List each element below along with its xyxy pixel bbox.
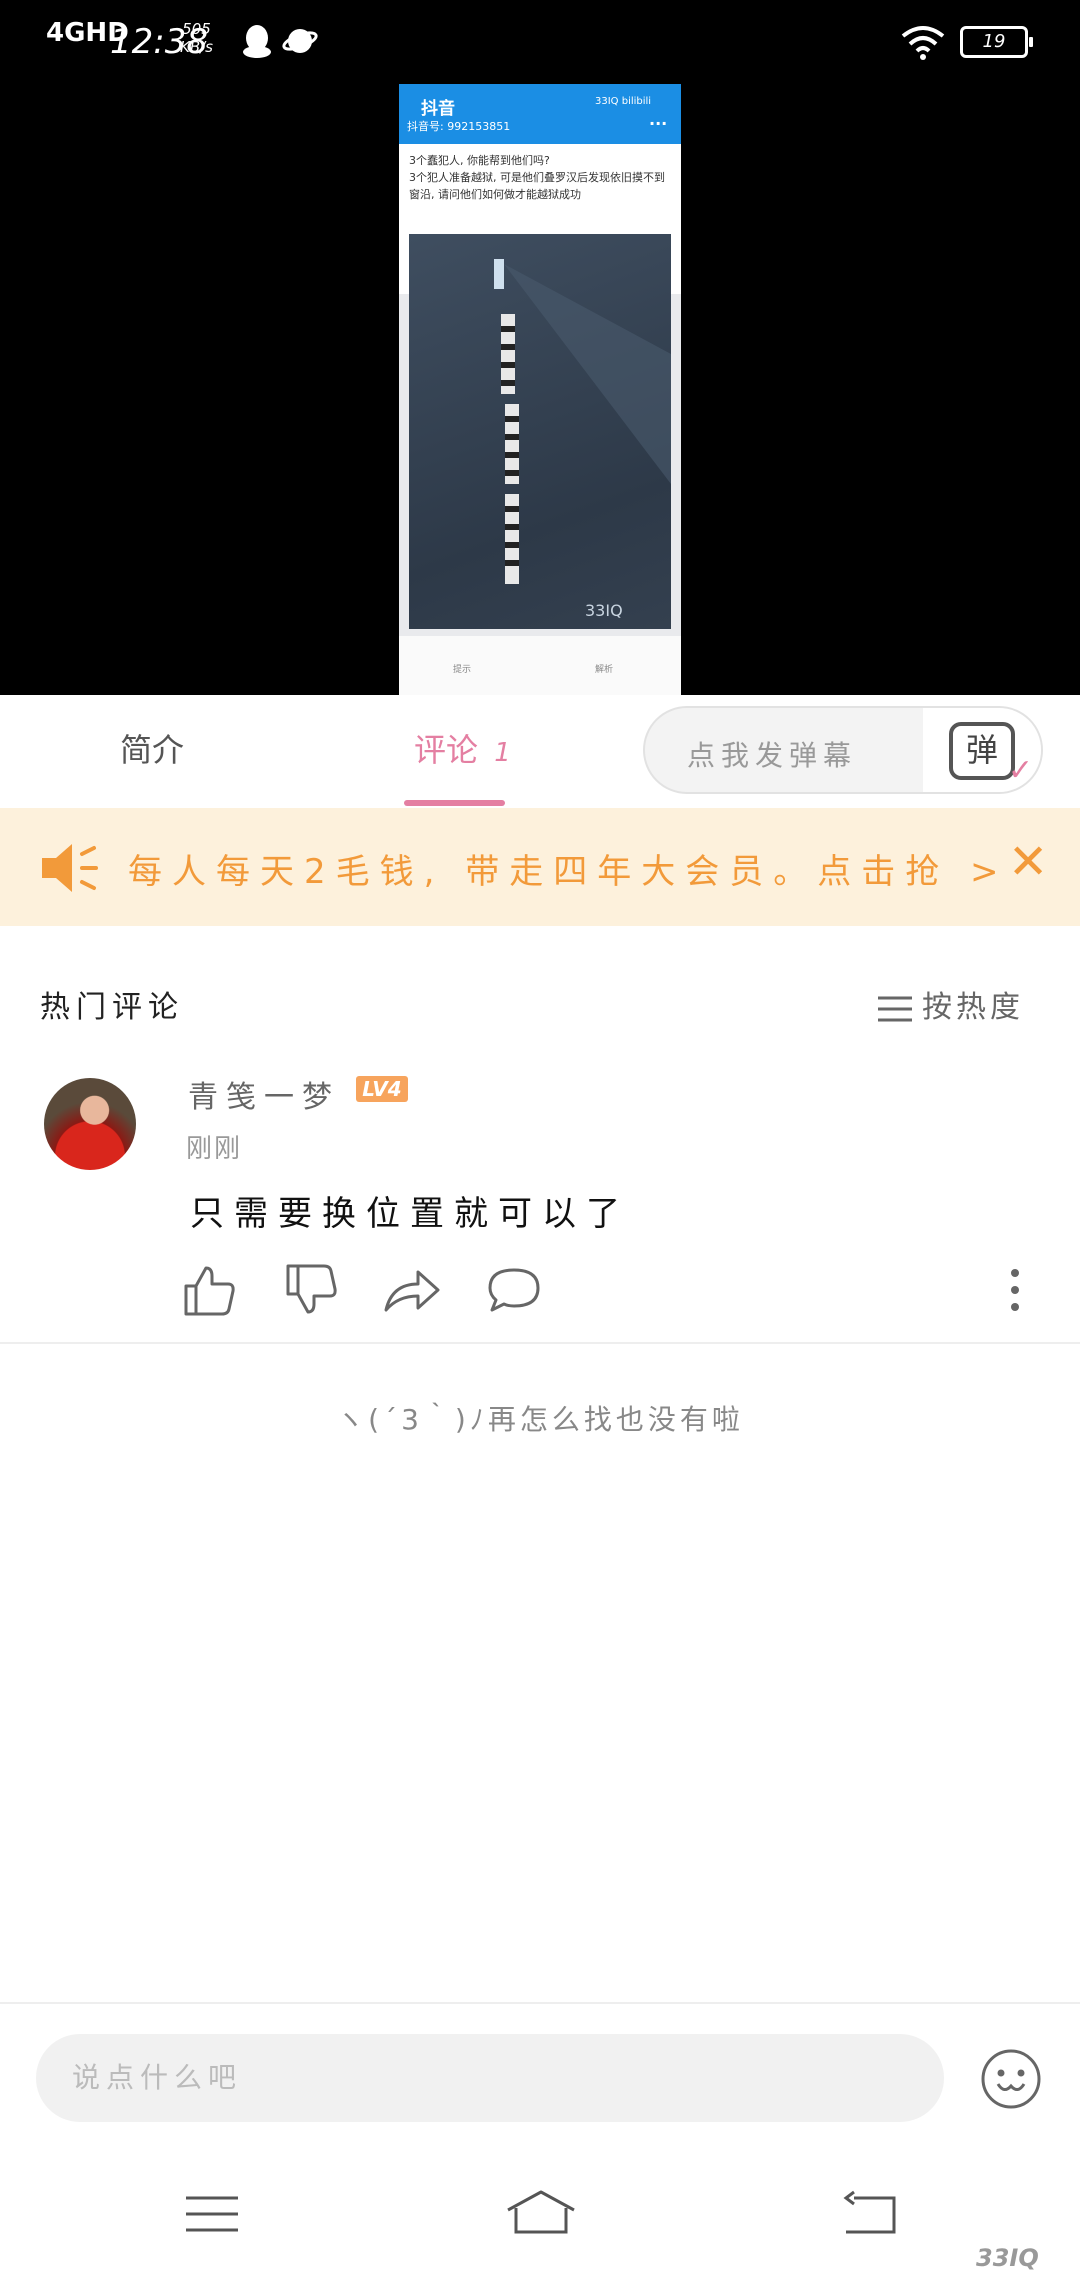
more-options-icon[interactable] bbox=[1010, 1268, 1020, 1312]
more-dots-icon: ··· bbox=[649, 114, 668, 133]
section-title: 热门评论 bbox=[40, 990, 184, 1025]
douyin-header: 抖音 抖音号: 992153851 33IQ bilibili ··· bbox=[399, 84, 681, 144]
active-tab-indicator bbox=[404, 800, 505, 806]
comment-username[interactable]: 青笺一梦 bbox=[188, 1072, 340, 1116]
divider bbox=[0, 2002, 1080, 2004]
menu-lines-icon bbox=[878, 996, 912, 1021]
tab-comments-count: 1 bbox=[494, 738, 511, 768]
promo-banner[interactable]: 每人每天2毛钱, 带走四年大会员。点击抢 > ✕ bbox=[0, 808, 1080, 926]
tab-comments[interactable]: 评论 1 bbox=[414, 725, 511, 771]
sort-button[interactable]: 按热度 bbox=[878, 982, 1024, 1026]
planet-icon bbox=[282, 29, 318, 53]
comment-text: 只需要换位置就可以了 bbox=[190, 1194, 630, 1234]
emoji-icon[interactable] bbox=[980, 2048, 1042, 2110]
comment-input[interactable]: 说点什么吧 bbox=[36, 2034, 944, 2122]
tab-intro[interactable]: 简介 bbox=[120, 725, 184, 771]
end-of-list-text: ヽ(´3｀)ﾉ再怎么找也没有啦 bbox=[336, 1403, 744, 1436]
share-icon[interactable] bbox=[382, 1262, 442, 1318]
speed-value: 505 bbox=[182, 20, 211, 38]
menu-icon[interactable] bbox=[182, 2188, 242, 2240]
hint-label: 提示 bbox=[453, 665, 472, 675]
danmaku-icon: 弹 bbox=[949, 722, 1015, 780]
douyin-title: 抖音 bbox=[421, 99, 455, 119]
thumbs-up-icon[interactable] bbox=[180, 1262, 240, 1318]
reply-icon[interactable] bbox=[484, 1262, 544, 1318]
comment-time: 刚刚 bbox=[186, 1134, 243, 1164]
tab-comments-label: 评论 bbox=[414, 731, 479, 769]
puzzle-image: 33IQ bbox=[409, 234, 671, 629]
prisoners-illustration: 33IQ bbox=[494, 259, 671, 620]
image-watermark: 33IQ bbox=[585, 601, 623, 620]
close-icon[interactable]: ✕ bbox=[1008, 838, 1048, 886]
question-body: 3个犯人准备越狱, 可是他们叠罗汉后发现依旧摸不到窗沿, 请问他们如何做才能越狱… bbox=[409, 171, 665, 201]
divider bbox=[0, 1342, 1080, 1344]
avatar[interactable] bbox=[44, 1078, 136, 1170]
danmaku-placeholder: 点我发弹幕 bbox=[687, 739, 858, 772]
speed-unit: KB/s bbox=[180, 38, 213, 56]
speaker-icon bbox=[42, 844, 98, 892]
sort-label: 按热度 bbox=[922, 990, 1024, 1025]
danmaku-toggle-button[interactable]: 弹 ✓ bbox=[923, 708, 1041, 792]
level-badge: LV4 bbox=[356, 1076, 408, 1102]
danmaku-icon-char: 弹 bbox=[965, 731, 998, 769]
video-frame: 抖音 抖音号: 992153851 33IQ bilibili ··· 3个蠢犯… bbox=[399, 84, 681, 695]
network-speed: 505 KB/s bbox=[180, 20, 213, 56]
back-icon[interactable] bbox=[838, 2188, 898, 2240]
qq-icon bbox=[243, 25, 271, 58]
answer-label: 解析 bbox=[595, 665, 614, 675]
danmaku-input[interactable]: 点我发弹幕 弹 ✓ bbox=[643, 706, 1043, 794]
phone-bottom-bar: 提示 解析 bbox=[399, 636, 681, 695]
site-logo: 33IQ bilibili bbox=[595, 96, 652, 107]
douyin-account-id: 抖音号: 992153851 bbox=[407, 120, 511, 133]
question-title: 3个蠢犯人, 你能帮到他们吗? bbox=[409, 154, 550, 167]
promo-text: 每人每天2毛钱, 带走四年大会员。点击抢 > bbox=[128, 852, 1009, 892]
battery-indicator: 19 bbox=[960, 26, 1033, 58]
check-icon: ✓ bbox=[1007, 753, 1033, 788]
wifi-icon bbox=[901, 26, 945, 60]
watermark: 33IQ bbox=[976, 2244, 1039, 2272]
thumbs-down-icon[interactable] bbox=[282, 1262, 342, 1318]
home-icon[interactable] bbox=[504, 2188, 578, 2240]
